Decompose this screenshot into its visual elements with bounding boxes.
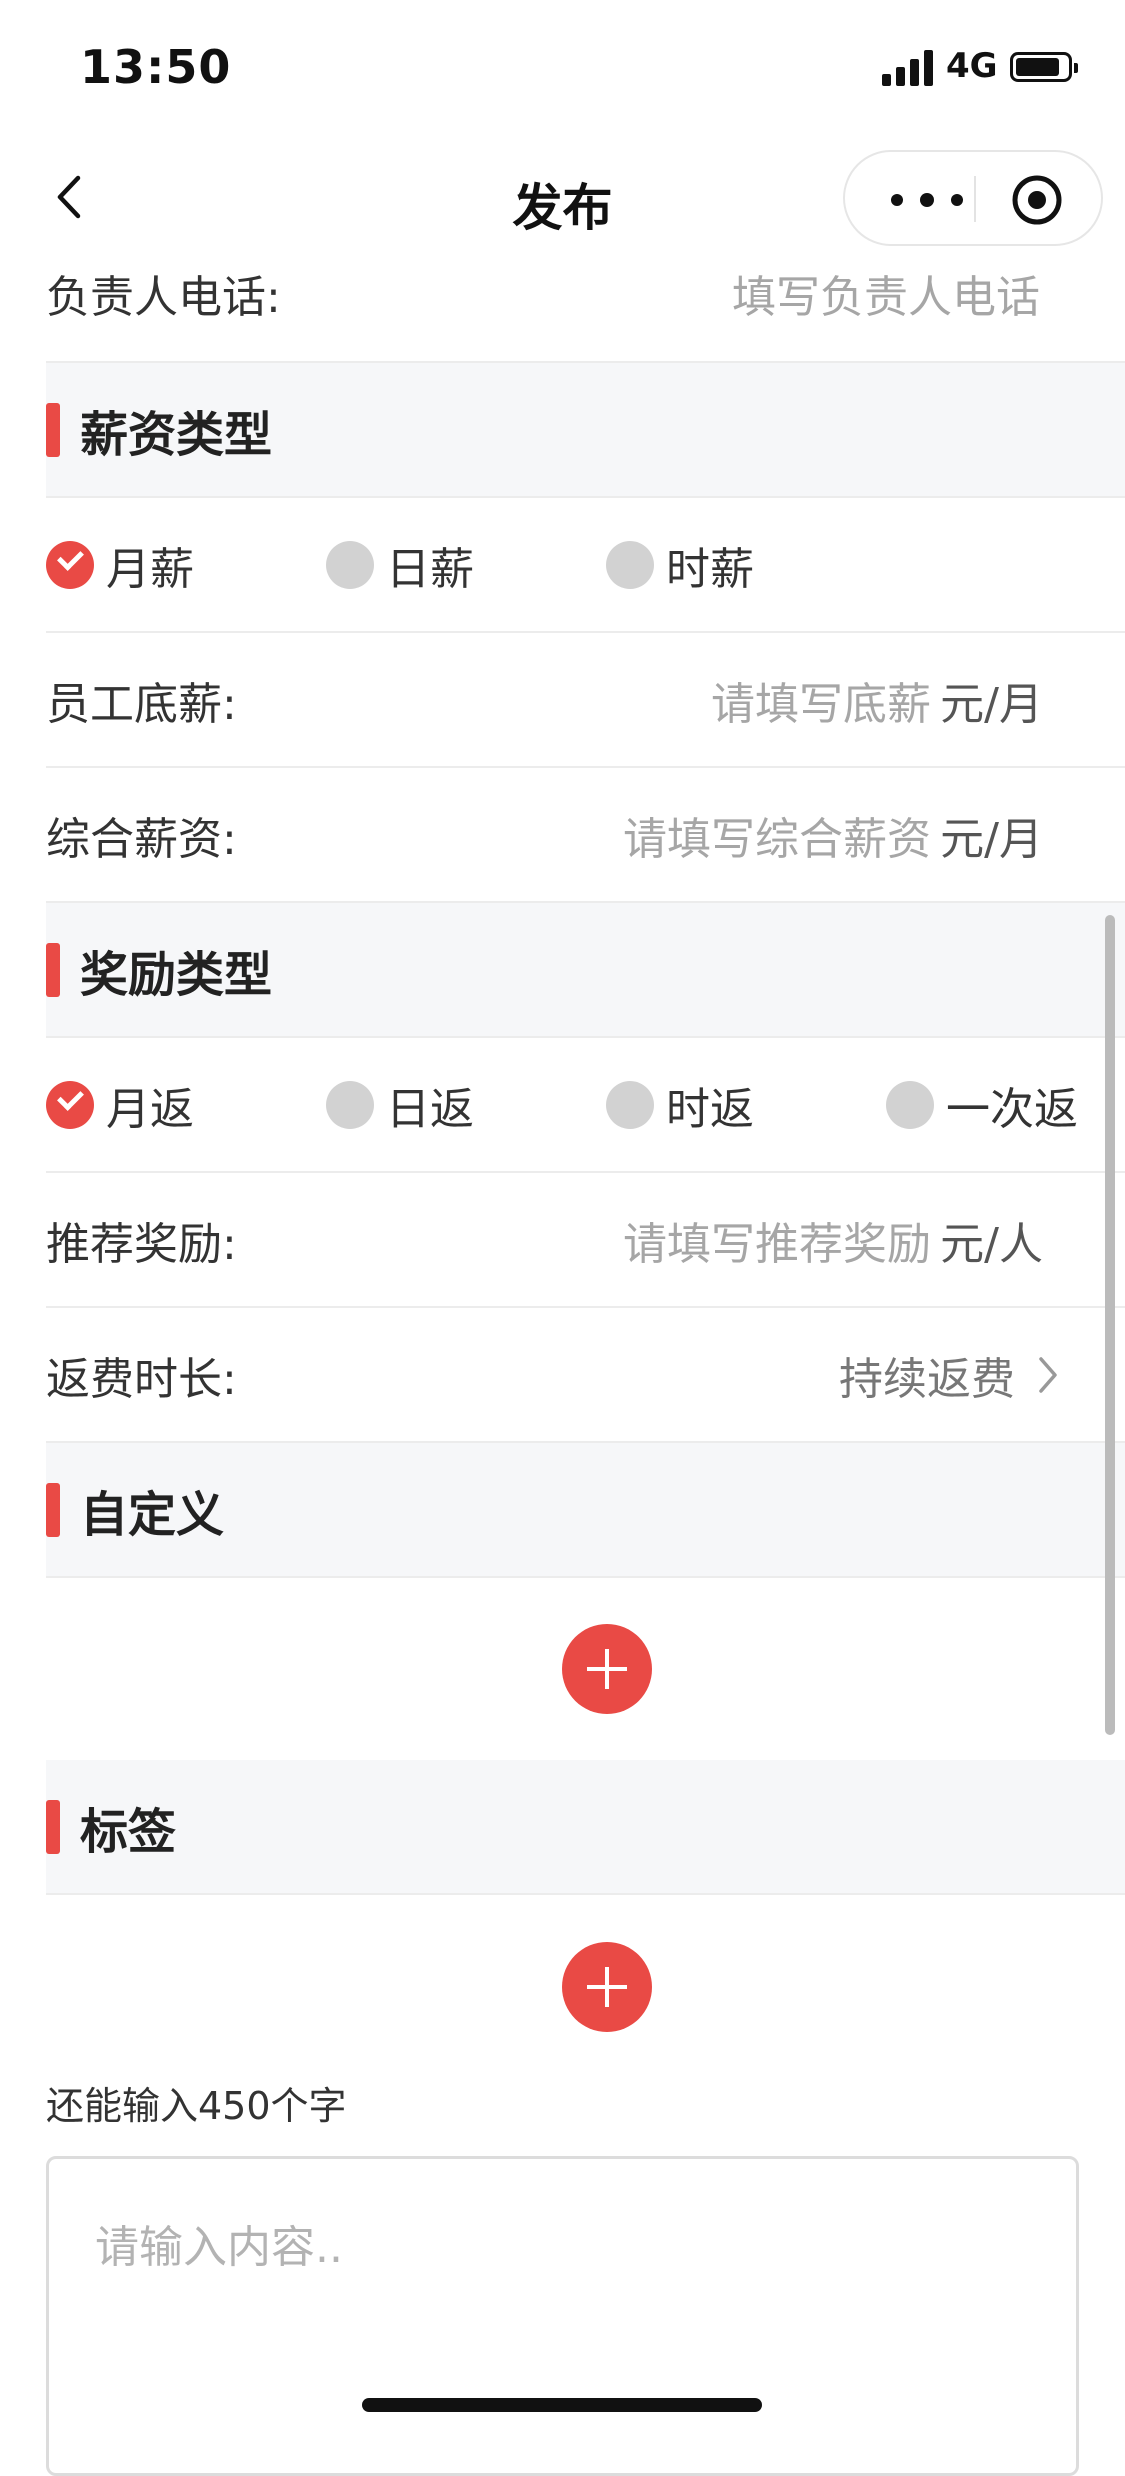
radio-label: 月返: [106, 1083, 194, 1135]
add-custom-button[interactable]: [562, 1624, 652, 1714]
section-title: 自定义: [80, 1486, 225, 1543]
contact-phone-label: 负责人电话:: [46, 272, 281, 323]
target-icon[interactable]: [1011, 174, 1063, 226]
base-salary-input[interactable]: 请填写底薪: [711, 668, 931, 732]
section-title: 标签: [80, 1803, 177, 1860]
total-salary-input[interactable]: 请填写综合薪资: [623, 803, 931, 867]
referral-reward-row: 推荐奖励: 请填写推荐奖励 元/人: [46, 1173, 1125, 1308]
reward-section-header: 奖励类型: [46, 903, 1125, 1038]
unit-label: 元/月: [940, 678, 1043, 730]
radio-circle-icon: [606, 1080, 654, 1129]
reward-duration-row[interactable]: 返费时长: 持续返费: [46, 1308, 1125, 1443]
radio-label: 时返: [666, 1083, 754, 1135]
radio-circle-icon: [886, 1080, 934, 1129]
section-accent-bar: [46, 943, 60, 997]
unit-label: 元/月: [940, 813, 1043, 865]
battery-icon: [1010, 52, 1078, 82]
tags-section-header: 标签: [46, 1760, 1125, 1895]
check-circle-icon: [46, 1080, 94, 1129]
content-placeholder: 请输入内容..: [95, 2222, 343, 2273]
contact-phone-input[interactable]: 填写负责人电话: [732, 261, 1040, 325]
radio-circle-icon: [606, 540, 654, 589]
status-time: 13:50: [80, 40, 232, 94]
total-salary-row: 综合薪资: 请填写综合薪资 元/月: [46, 768, 1125, 903]
more-dots-icon[interactable]: [881, 172, 971, 226]
referral-reward-label: 推荐奖励:: [46, 1218, 237, 1270]
salary-type-options: 月薪 日薪 时薪: [46, 498, 1125, 633]
referral-reward-input[interactable]: 请填写推荐奖励: [623, 1208, 931, 1272]
section-title: 奖励类型: [80, 946, 273, 1003]
salary-section-header: 薪资类型: [46, 363, 1125, 498]
radio-circle-icon: [326, 540, 374, 589]
content-textarea[interactable]: 请输入内容..: [46, 2156, 1079, 2476]
add-tag-button[interactable]: [562, 1942, 652, 2032]
custom-section-header: 自定义: [46, 1443, 1125, 1578]
reward-duration-label: 返费时长:: [46, 1353, 237, 1405]
total-salary-label: 综合薪资:: [46, 813, 237, 865]
check-circle-icon: [46, 540, 94, 589]
reward-type-options: 月返 日返 时返 一次返: [46, 1038, 1125, 1173]
network-type: 4G: [946, 46, 998, 86]
contact-phone-row: 负责人电话: 填写负责人电话: [46, 225, 1125, 363]
home-indicator[interactable]: [362, 2398, 762, 2412]
radio-label: 时薪: [666, 543, 754, 595]
base-salary-row: 员工底薪: 请填写底薪 元/月: [46, 633, 1125, 768]
reward-duration-value[interactable]: 持续返费: [839, 1343, 1015, 1407]
scrollbar[interactable]: [1105, 915, 1115, 1735]
capsule-divider: [974, 176, 976, 222]
radio-label: 月薪: [106, 543, 194, 595]
base-salary-label: 员工底薪:: [46, 678, 237, 730]
radio-label: 一次返: [946, 1083, 1078, 1135]
signal-icon: [882, 50, 936, 86]
section-accent-bar: [46, 1800, 60, 1854]
section-title: 薪资类型: [80, 406, 273, 463]
status-bar: 13:50 4G: [0, 0, 1125, 138]
section-accent-bar: [46, 1483, 60, 1537]
unit-label: 元/人: [940, 1218, 1043, 1270]
radio-circle-icon: [326, 1080, 374, 1129]
remaining-characters: 还能输入450个字: [46, 2084, 347, 2128]
radio-label: 日薪: [386, 543, 474, 595]
section-accent-bar: [46, 403, 60, 457]
radio-label: 日返: [386, 1083, 474, 1135]
chevron-right-icon: [1039, 1356, 1057, 1393]
